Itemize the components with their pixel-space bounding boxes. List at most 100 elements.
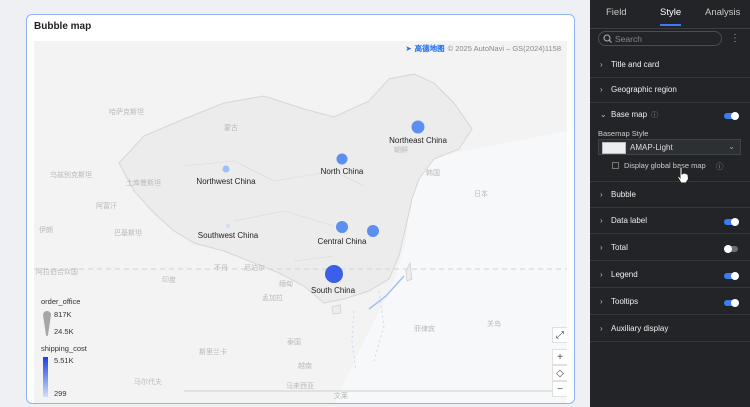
map-canvas[interactable]: 蒙古 哈萨克斯坦 乌兹别克斯坦 土库曼斯坦 阿富汗 伊朗 巴基斯坦 印度 不丹 …: [34, 41, 567, 403]
color-legend-ramp: [43, 357, 48, 397]
place-label: 越南: [298, 363, 312, 370]
bubble-central-china[interactable]: [336, 221, 348, 233]
tab-field[interactable]: Field: [606, 7, 627, 18]
section-label: Geographic region: [611, 85, 677, 94]
place-label: 文莱: [334, 393, 348, 400]
section-tooltips[interactable]: › Tooltips: [590, 289, 750, 315]
toggle-knob: [724, 245, 732, 253]
amap-logo: 高德地图: [414, 44, 445, 53]
place-label: 孟加拉: [262, 295, 283, 302]
tab-style[interactable]: Style: [660, 7, 681, 18]
location-arrow-icon: ➤: [405, 44, 412, 53]
tooltips-toggle[interactable]: [724, 299, 739, 307]
size-legend: 817K 24.5K: [41, 310, 87, 344]
section-total[interactable]: › Total: [590, 235, 750, 261]
chevron-right-icon: ›: [600, 324, 603, 333]
place-label: 关岛: [487, 321, 501, 328]
section-label: Legend: [611, 270, 638, 279]
place-label: 不丹: [214, 265, 228, 272]
data-label-toggle[interactable]: [724, 218, 739, 226]
search-input[interactable]: [615, 33, 715, 44]
color-legend-max: 5.51K: [54, 356, 74, 365]
bubble-label: Central China: [317, 237, 367, 246]
bubble-label: Northwest China: [196, 177, 256, 186]
place-label: 缅甸: [279, 281, 293, 288]
place-label: 马尔代夫: [134, 379, 162, 386]
chevron-right-icon: ›: [600, 85, 603, 94]
more-options-icon[interactable]: ⋮: [730, 33, 740, 44]
color-legend-min: 299: [54, 389, 67, 398]
basemap-style-label: Basemap Style: [598, 129, 649, 138]
place-label: 伊朗: [39, 227, 53, 234]
place-label: 尼泊尔: [244, 265, 265, 272]
place-label: 印度: [162, 277, 176, 284]
locate-icon[interactable]: ◇: [552, 365, 567, 381]
place-label: 土库曼斯坦: [126, 180, 161, 187]
place-label: 韩国: [426, 170, 440, 177]
bubble-central-china-east[interactable]: [367, 225, 379, 237]
bubble-label: Southwest China: [197, 231, 259, 240]
zoom-in-icon[interactable]: +: [552, 349, 567, 365]
bubble-label: Northeast China: [389, 136, 447, 145]
section-label: Tooltips: [611, 297, 639, 306]
chevron-down-icon: ⌄: [728, 142, 735, 151]
basemap-style-select[interactable]: AMAP-Light ⌄: [598, 139, 741, 155]
bubble-southwest-china[interactable]: [226, 224, 230, 228]
base-map-toggle[interactable]: [724, 112, 739, 120]
toggle-knob: [731, 299, 739, 307]
map-legend: order_office 817K 24.5K shipping_cost 5.…: [41, 297, 87, 399]
copyright-text: © 2025 AutoNavi – GS(2024)1158: [447, 44, 561, 53]
section-title-card[interactable]: › Title and card: [590, 52, 750, 78]
chevron-right-icon: ›: [600, 216, 603, 225]
search-box[interactable]: [598, 31, 722, 46]
place-label: 巴基斯坦: [114, 230, 142, 237]
bubble-northeast-china[interactable]: [411, 120, 425, 134]
section-legend[interactable]: › Legend: [590, 262, 750, 288]
bubble-south-china[interactable]: [325, 265, 343, 283]
place-label: 哈萨克斯坦: [109, 109, 144, 116]
section-label: Total: [611, 243, 628, 252]
fullscreen-icon[interactable]: ⤢: [552, 327, 567, 343]
total-toggle[interactable]: [724, 245, 738, 253]
place-label: 泰国: [287, 339, 301, 346]
section-geographic-region[interactable]: › Geographic region: [590, 77, 750, 103]
hand-cursor-icon: [676, 166, 690, 184]
global-base-map-label: Display global base map: [624, 161, 706, 170]
size-legend-title: order_office: [41, 297, 81, 306]
toggle-knob: [731, 272, 739, 280]
size-legend-glyph: [43, 311, 51, 336]
zoom-out-icon[interactable]: −: [552, 381, 567, 397]
bubble-north-china[interactable]: [336, 153, 348, 165]
color-legend: 5.51K 299: [41, 356, 87, 399]
active-tab-indicator: [660, 24, 681, 26]
info-icon[interactable]: ⓘ: [651, 110, 658, 120]
place-label: 阿富汗: [96, 203, 117, 210]
section-label: Auxiliary display: [611, 324, 669, 333]
chevron-right-icon: ›: [600, 190, 603, 199]
info-icon[interactable]: ⓘ: [716, 161, 724, 172]
place-label: 蒙古: [224, 125, 238, 132]
base-map-shapes: [34, 73, 567, 403]
chevron-right-icon: ›: [600, 243, 603, 252]
bubble-northwest-china[interactable]: [222, 165, 230, 173]
basemap-style-value: AMAP-Light: [630, 143, 673, 152]
toggle-knob: [731, 218, 739, 226]
tab-analysis[interactable]: Analysis: [705, 7, 740, 18]
section-label: Data label: [611, 216, 648, 225]
chevron-right-icon: ›: [600, 270, 603, 279]
place-label: 阿拉伯合众国: [36, 269, 78, 276]
search-icon: [603, 34, 612, 43]
size-legend-max: 817K: [54, 310, 72, 319]
legend-toggle[interactable]: [724, 272, 739, 280]
card-title: Bubble map: [34, 21, 92, 32]
bubble-map-card[interactable]: Bubble map 蒙古 哈萨克斯坦 乌兹别克斯坦 土库曼斯坦 阿富汗 伊朗 …: [26, 14, 575, 404]
section-bubble[interactable]: › Bubble: [590, 182, 750, 208]
global-base-map-checkbox[interactable]: [612, 162, 619, 169]
toggle-knob: [731, 112, 739, 120]
place-label: 乌兹别克斯坦: [50, 172, 92, 179]
section-label: Base map: [611, 110, 648, 119]
section-data-label[interactable]: › Data label: [590, 208, 750, 234]
chevron-right-icon: ›: [600, 60, 603, 69]
section-auxiliary-display[interactable]: › Auxiliary display: [590, 316, 750, 342]
chevron-right-icon: ›: [600, 297, 603, 306]
